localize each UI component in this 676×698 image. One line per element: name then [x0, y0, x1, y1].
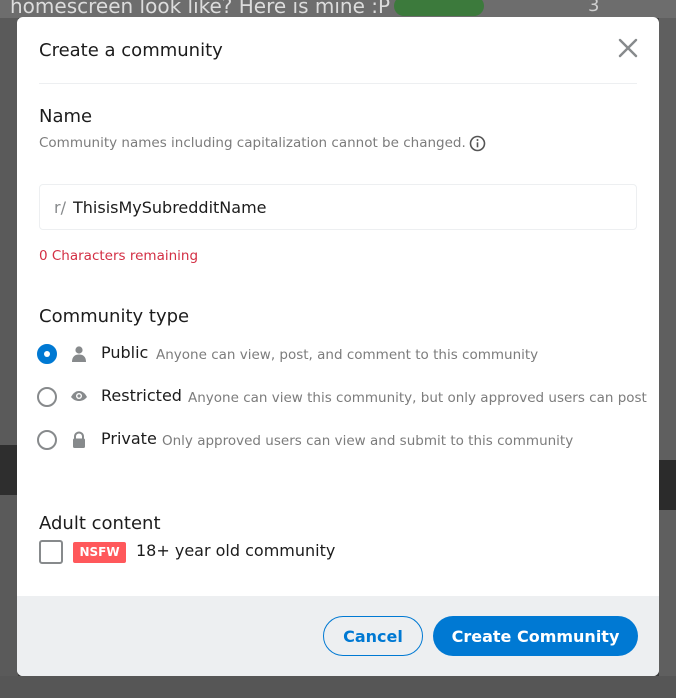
eye-icon	[71, 391, 87, 401]
background-left-bar	[0, 445, 18, 495]
background-bottom-panel	[0, 676, 676, 698]
background-right-panel	[659, 18, 676, 698]
community-type-public[interactable]: Public Anyone can view, post, and commen…	[37, 342, 647, 366]
dialog-title: Create a community	[39, 40, 223, 61]
background-left-panel	[0, 18, 18, 698]
cancel-button[interactable]: Cancel	[323, 616, 423, 656]
community-type-restricted[interactable]: Restricted Anyone can view this communit…	[37, 385, 647, 409]
close-icon	[618, 38, 638, 58]
nsfw-checkbox[interactable]	[39, 540, 63, 564]
info-icon[interactable]	[469, 135, 486, 152]
restricted-radio[interactable]	[37, 387, 57, 407]
private-label: Private	[101, 429, 157, 448]
background-count: 3	[588, 0, 600, 16]
background-post-header: homescreen look like? Here is mine :P 3	[0, 0, 676, 18]
community-name-input[interactable]	[73, 193, 613, 221]
adult-content-label: 18+ year old community	[136, 541, 336, 560]
community-name-field[interactable]: r/	[39, 184, 637, 230]
name-hint: Community names including capitalization…	[39, 135, 466, 151]
community-type-title: Community type	[39, 306, 190, 327]
nsfw-badge: NSFW	[73, 542, 126, 563]
adult-content-title: Adult content	[39, 513, 161, 534]
background-right-bar	[659, 460, 676, 510]
public-description: Anyone can view, post, and comment to th…	[156, 347, 539, 363]
characters-remaining: 0 Characters remaining	[39, 248, 199, 264]
public-label: Public	[101, 343, 149, 362]
lock-icon	[73, 431, 85, 448]
public-radio[interactable]	[37, 344, 57, 364]
subreddit-prefix: r/	[54, 198, 66, 217]
community-type-private[interactable]: Private Only approved users can view and…	[37, 428, 647, 452]
header-divider	[39, 83, 637, 84]
create-community-button[interactable]: Create Community	[433, 616, 638, 656]
person-icon	[72, 346, 86, 362]
close-button[interactable]	[615, 35, 641, 61]
background-post-title: homescreen look like? Here is mine :P	[10, 0, 391, 18]
private-description: Only approved users can view and submit …	[162, 433, 574, 449]
restricted-description: Anyone can view this community, but only…	[188, 390, 647, 406]
background-flair	[394, 0, 484, 16]
create-community-dialog: Create a community Name Community names …	[17, 17, 659, 676]
name-section-title: Name	[39, 106, 93, 127]
restricted-label: Restricted	[101, 386, 182, 405]
private-radio[interactable]	[37, 430, 57, 450]
dialog-footer: Cancel Create Community	[17, 596, 659, 676]
